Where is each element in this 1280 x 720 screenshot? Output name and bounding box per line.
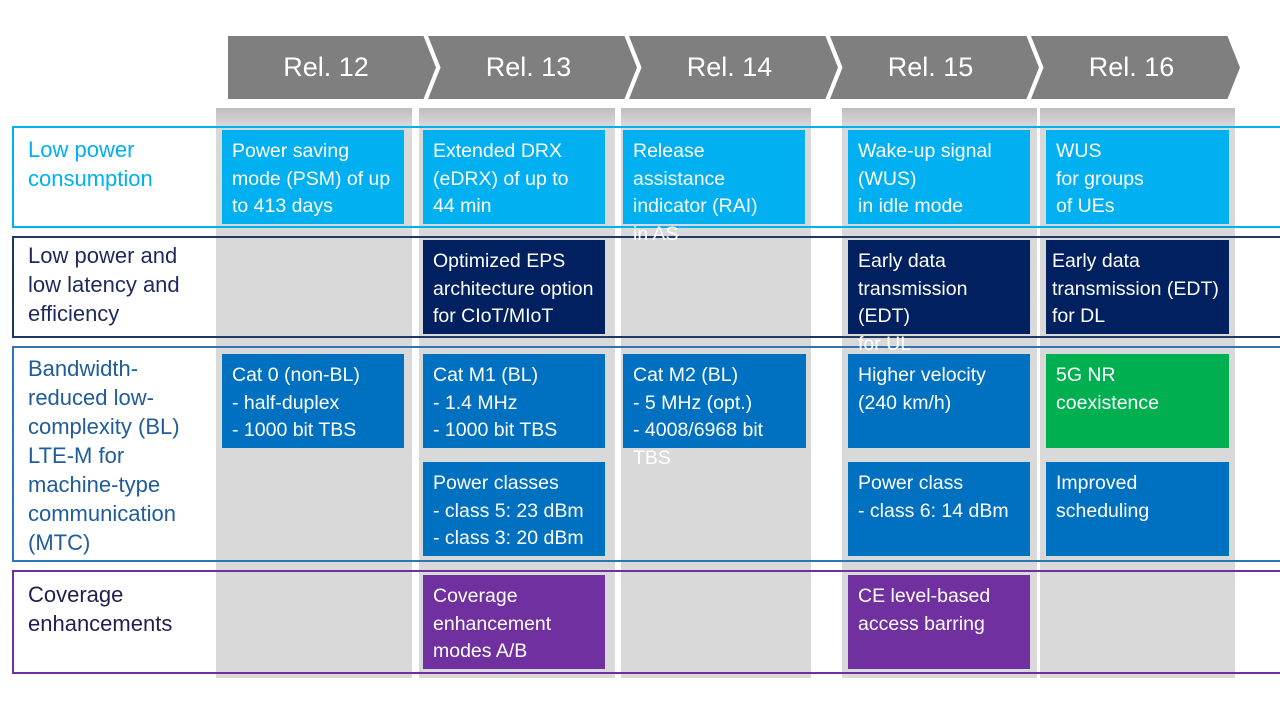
feature-cat-m2: Cat M2 (BL) - 5 MHz (opt.) - 4008/6968 b…	[623, 354, 806, 469]
release-arrow-rel15: Rel. 15	[830, 36, 1039, 99]
release-label: Rel. 12	[283, 52, 369, 82]
row-label-low-power: Low power consumption	[28, 137, 153, 191]
feature-ce-modes: Coverage enhancement modes A/B	[423, 575, 605, 669]
feature-wus: Wake-up signal (WUS) in idle mode	[848, 130, 1030, 224]
feature-rai: Release assistance indicator (RAI) in AS	[623, 130, 805, 245]
release-label: Rel. 16	[1088, 52, 1175, 82]
release-arrow-rel13: Rel. 13	[428, 36, 637, 99]
release-arrow-rel12: Rel. 12	[228, 36, 436, 99]
feature-edrx: Extended DRX (eDRX) of up to 44 min	[423, 130, 605, 224]
release-arrow-rel14: Rel. 14	[629, 36, 838, 99]
feature-power-class-6: Power class - class 6: 14 dBm	[848, 462, 1030, 556]
feature-improved-scheduling: Improved scheduling	[1046, 462, 1229, 556]
feature-5g-nr-coexistence: 5G NR coexistence	[1046, 354, 1229, 448]
row-label-bandwidth: Bandwidth- reduced low- complexity (BL) …	[28, 356, 180, 555]
feature-edt-dl: Early data transmission (EDT) for DL	[1046, 240, 1229, 334]
release-label: Rel. 14	[686, 52, 773, 82]
row-frame-coverage	[12, 570, 1280, 674]
release-label: Rel. 15	[887, 52, 974, 82]
row-label-low-latency: Low power and low latency and efficiency	[28, 243, 180, 326]
feature-higher-velocity: Higher velocity (240 km/h)	[848, 354, 1030, 448]
feature-group-wus: WUS for groups of UEs	[1046, 130, 1229, 224]
row-label-coverage: Coverage enhancements	[28, 582, 173, 636]
release-label: Rel. 13	[485, 52, 572, 82]
feature-cat-m1: Cat M1 (BL) - 1.4 MHz - 1000 bit TBS	[423, 354, 605, 448]
feature-ce-access-barring: CE level-based access barring	[848, 575, 1030, 669]
release-arrow-rel16: Rel. 16	[1031, 36, 1240, 99]
feature-power-classes: Power classes - class 5: 23 dBm - class …	[423, 462, 605, 556]
feature-edt-ul: Early data transmission (EDT) for UL	[848, 240, 1030, 355]
feature-optimized-eps: Optimized EPS architecture option for CI…	[423, 240, 605, 334]
feature-cat0: Cat 0 (non-BL) - half-duplex - 1000 bit …	[222, 354, 404, 448]
feature-psm: Power saving mode (PSM) of up to 413 day…	[222, 130, 404, 224]
